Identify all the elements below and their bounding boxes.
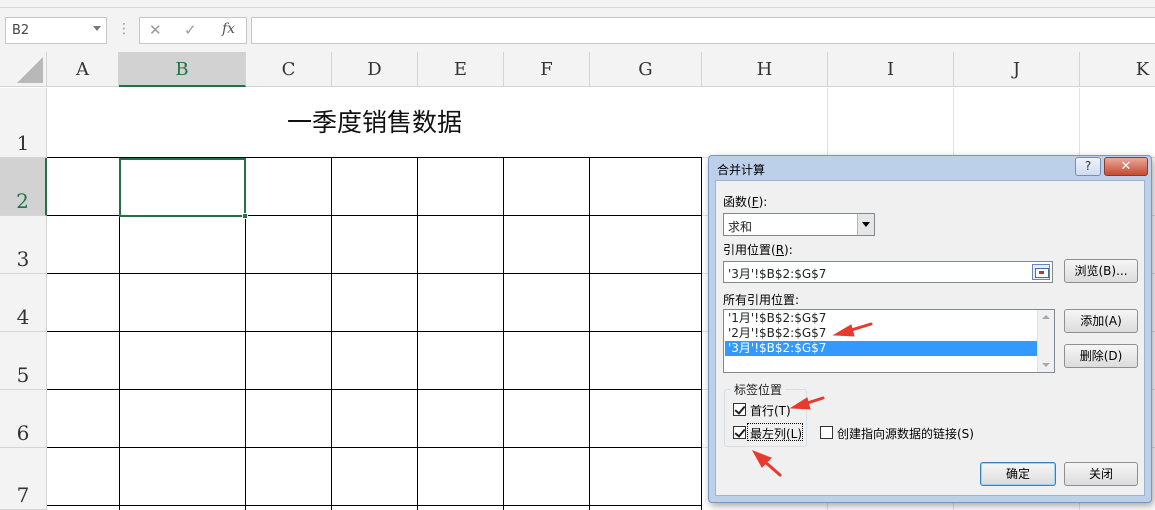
table-border	[47, 389, 702, 390]
all-references-label: 所有引用位置:	[723, 293, 800, 307]
all-references-list[interactable]: '1月'!$B$2:$G$7 '2月'!$B$2:$G$7 '3月'!$B$2:…	[723, 309, 1055, 373]
row-number: 2	[16, 189, 29, 213]
active-cell-b2[interactable]	[119, 158, 246, 217]
function-label: 函数(F):	[723, 195, 768, 209]
column-header-k[interactable]: K	[1080, 52, 1155, 87]
select-all-icon	[17, 57, 43, 83]
scroll-up-icon[interactable]	[1042, 315, 1050, 319]
function-select[interactable]: 求和	[723, 213, 875, 236]
name-box-value: B2	[12, 23, 30, 38]
function-select-value: 求和	[728, 220, 753, 234]
list-item[interactable]: '2月'!$B$2:$G$7	[725, 326, 1037, 341]
row-header-7[interactable]: 7	[0, 448, 47, 510]
create-links-checkbox[interactable]	[820, 426, 833, 439]
dialog-close-button[interactable]: ✕	[1104, 157, 1148, 176]
row-number: 4	[16, 305, 30, 329]
name-box-dropdown-icon[interactable]	[93, 26, 101, 31]
sheet-title: 一季度销售数据	[286, 108, 462, 137]
column-header-g[interactable]: G	[590, 52, 702, 87]
column-header-e[interactable]: E	[418, 52, 504, 87]
table-border	[47, 447, 702, 448]
column-header-d[interactable]: D	[332, 52, 418, 87]
row-header-3[interactable]: 3	[0, 216, 47, 274]
column-header-a[interactable]: A	[47, 52, 119, 87]
add-button[interactable]: 添加(A)	[1064, 309, 1138, 333]
table-border	[47, 505, 702, 506]
select-all-button[interactable]	[0, 52, 47, 87]
fill-handle[interactable]	[242, 213, 248, 219]
table-border	[47, 331, 702, 332]
create-links-label[interactable]: 创建指向源数据的链接(S)	[837, 425, 974, 442]
scroll-down-icon[interactable]	[1042, 363, 1050, 367]
top-row-checkbox[interactable]	[733, 403, 746, 416]
table-border	[589, 157, 590, 510]
table-border	[47, 273, 702, 274]
row-header-2[interactable]: 2	[0, 158, 47, 216]
column-header-i[interactable]: I	[828, 52, 954, 87]
left-column-label[interactable]: 最左列(L)	[750, 425, 802, 442]
formula-bar-grip-icon[interactable]: ⋮	[117, 21, 131, 37]
row-number: 3	[16, 247, 30, 271]
table-border	[331, 157, 332, 510]
cancel-icon[interactable]: ✕	[149, 21, 162, 39]
enter-icon[interactable]: ✓	[184, 21, 197, 39]
formula-input[interactable]	[251, 17, 1155, 44]
reference-input-value: '3月'!$B$2:$G$7	[728, 267, 827, 281]
row-number: 1	[16, 131, 30, 155]
dropdown-arrow-icon[interactable]	[857, 214, 874, 235]
formula-bar: B2 ⋮ ✕ ✓ fx	[0, 8, 1155, 52]
reference-input[interactable]: '3月'!$B$2:$G$7	[723, 261, 1053, 283]
column-header-j[interactable]: J	[954, 52, 1080, 87]
left-column-checkbox[interactable]	[733, 426, 746, 439]
row-number: 6	[16, 421, 30, 445]
table-border	[417, 157, 418, 510]
close-button[interactable]: 关闭	[1064, 462, 1138, 486]
table-border	[701, 157, 702, 510]
row-header-6[interactable]: 6	[0, 390, 47, 448]
column-header-h[interactable]: H	[702, 52, 828, 87]
dialog-title: 合并计算	[717, 163, 766, 177]
ok-button[interactable]: 确定	[980, 462, 1056, 486]
row-header-1[interactable]: 1	[0, 88, 47, 158]
insert-function-icon[interactable]: fx	[222, 21, 235, 37]
row-number: 5	[16, 363, 30, 387]
ribbon-strip	[0, 0, 1155, 8]
delete-button[interactable]: 删除(D)	[1064, 344, 1138, 368]
list-item[interactable]: '1月'!$B$2:$G$7	[725, 311, 1037, 326]
dialog-body: 函数(F): 求和 引用位置(R): '3月'!$B$2:$G$7 浏览(B).…	[715, 180, 1145, 496]
top-row-label[interactable]: 首行(T)	[750, 402, 791, 419]
column-header-b[interactable]: B	[119, 52, 246, 87]
list-item-selected[interactable]: '3月'!$B$2:$G$7	[725, 341, 1037, 356]
labels-group-title: 标签位置	[731, 381, 786, 398]
row-number: 7	[16, 483, 30, 507]
consolidate-dialog: 合并计算 ? ✕ 函数(F): 求和 引用位置(R): '3月'!$B$2:$G…	[708, 155, 1152, 503]
formula-buttons: ✕ ✓ fx	[139, 17, 247, 44]
reference-label: 引用位置(R):	[723, 243, 793, 257]
column-header-c[interactable]: C	[246, 52, 332, 87]
help-button[interactable]: ?	[1075, 157, 1101, 176]
collapse-dialog-icon[interactable]	[1032, 264, 1050, 280]
name-box[interactable]: B2	[5, 17, 107, 44]
row-header-5[interactable]: 5	[0, 332, 47, 390]
column-header-f[interactable]: F	[504, 52, 590, 87]
table-border	[503, 157, 504, 510]
browse-button[interactable]: 浏览(B)...	[1064, 259, 1138, 283]
row-header-4[interactable]: 4	[0, 274, 47, 332]
list-scrollbar[interactable]	[1037, 310, 1054, 372]
